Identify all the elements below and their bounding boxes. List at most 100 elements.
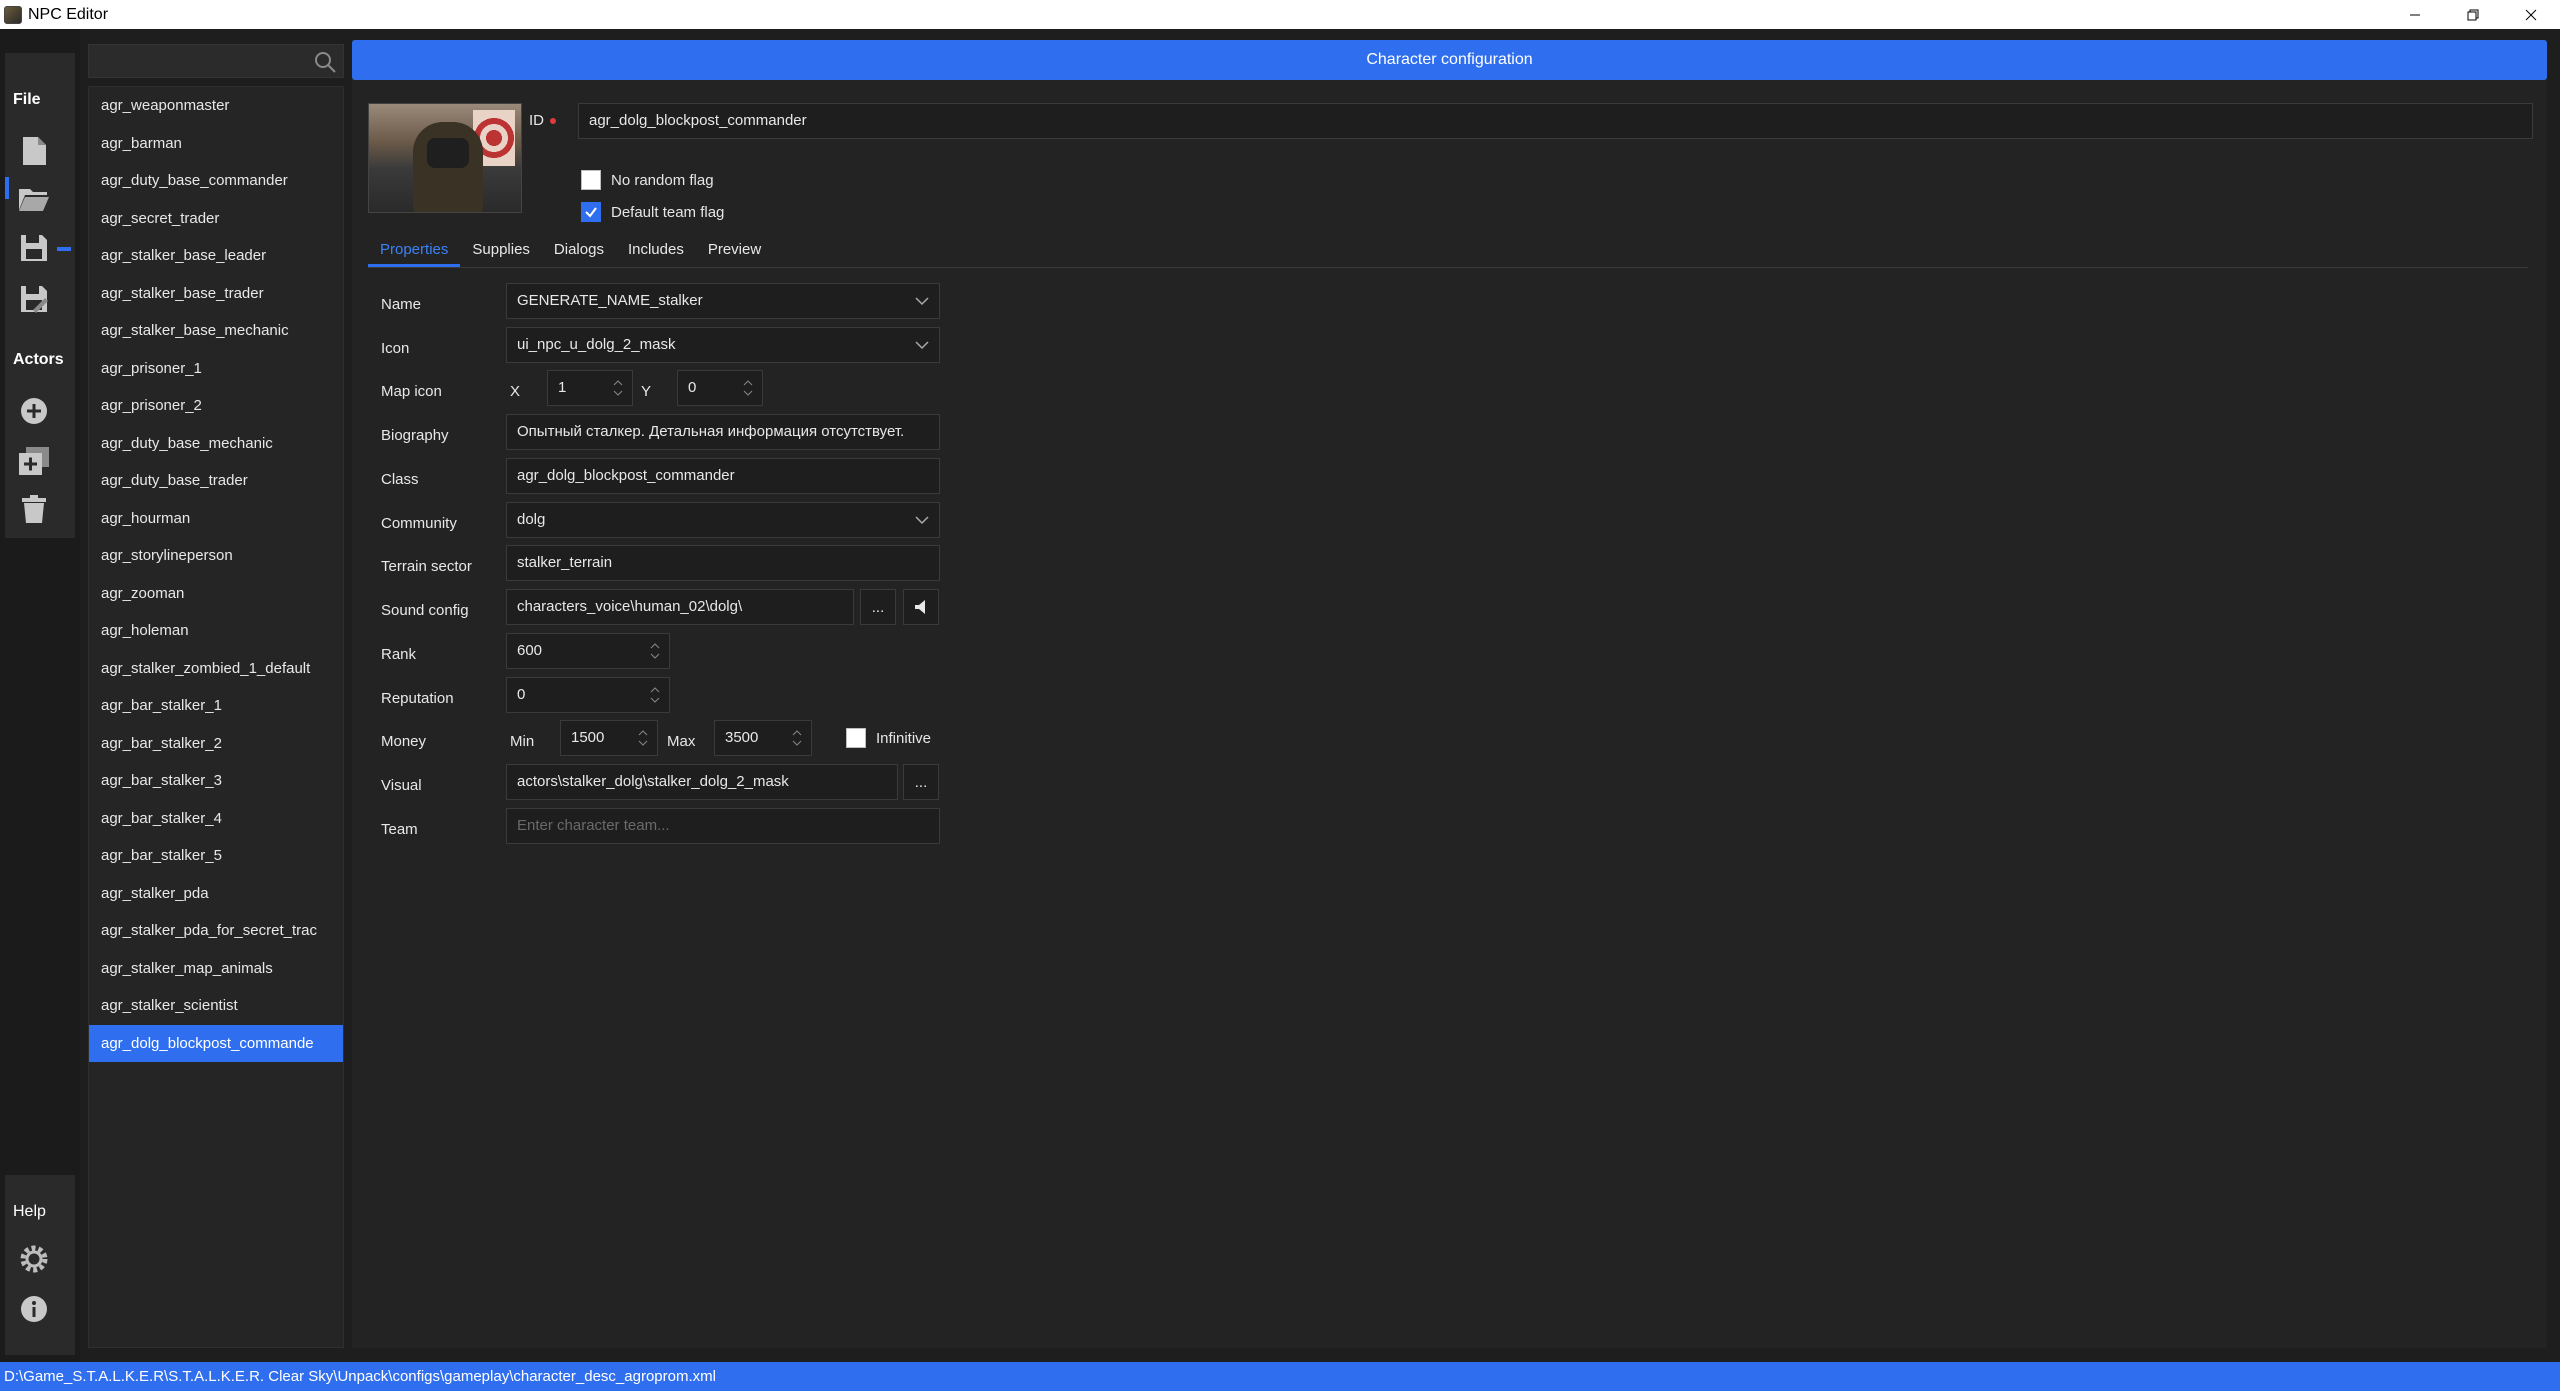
delete-actor-icon[interactable] xyxy=(16,491,52,527)
actor-list-item[interactable]: agr_stalker_zombied_1_default xyxy=(89,650,343,688)
status-bar-path: D:\Game_S.T.A.L.K.E.R\S.T.A.L.K.E.R. Cle… xyxy=(0,1362,2560,1391)
icon-dropdown[interactable]: ui_npc_u_dolg_2_mask xyxy=(506,327,940,363)
tab-supplies[interactable]: Supplies xyxy=(460,236,542,267)
visual-label: Visual xyxy=(381,777,422,794)
save-as-icon[interactable] xyxy=(16,281,52,317)
actor-list-item[interactable]: agr_barman xyxy=(89,125,343,163)
default-team-flag-row[interactable]: Default team flag xyxy=(581,202,724,222)
default-team-flag-checkbox[interactable] xyxy=(581,202,601,222)
tab-properties[interactable]: Properties xyxy=(368,236,461,267)
money-min-label: Min xyxy=(510,733,535,750)
actor-list-item[interactable]: agr_bar_stalker_5 xyxy=(89,837,343,875)
map-x-spinbox[interactable]: 1 xyxy=(547,370,633,406)
map-icon-label: Map icon xyxy=(381,383,442,400)
class-label: Class xyxy=(381,471,419,488)
tab-preview[interactable]: Preview xyxy=(696,236,773,267)
visual-input[interactable]: actors\stalker_dolg\stalker_dolg_2_mask xyxy=(506,764,898,800)
name-label: Name xyxy=(381,296,422,313)
actor-list-item[interactable]: agr_bar_stalker_1 xyxy=(89,687,343,725)
money-max-spinbox[interactable]: 3500 xyxy=(714,720,812,756)
actor-list: agr_weaponmaster agr_barman agr_duty_base_… xyxy=(88,86,344,1348)
actor-list-item[interactable]: agr_stalker_map_animals xyxy=(89,950,343,988)
icon-label: Icon xyxy=(381,340,410,357)
chevron-down-icon xyxy=(915,516,929,525)
infinitive-label: Infinitive xyxy=(876,729,932,747)
default-team-flag-label: Default team flag xyxy=(611,203,725,221)
actor-list-item[interactable]: agr_bar_stalker_2 xyxy=(89,725,343,763)
actor-list-item[interactable]: agr_stalker_pda_for_secret_trac xyxy=(89,912,343,950)
actor-list-item[interactable]: agr_zooman xyxy=(89,575,343,613)
actor-list-item[interactable]: agr_holeman xyxy=(89,612,343,650)
title-bar: NPC Editor xyxy=(0,0,2560,29)
actor-list-item[interactable]: agr_duty_base_mechanic xyxy=(89,425,343,463)
save-icon[interactable] xyxy=(16,230,52,266)
spinner-arrows-icon xyxy=(650,643,660,659)
biography-input[interactable]: Опытный сталкер. Детальная информация от… xyxy=(506,414,940,450)
actor-list-item[interactable]: agr_stalker_base_leader xyxy=(89,237,343,275)
actor-list-item[interactable]: agr_prisoner_1 xyxy=(89,350,343,388)
actor-list-item[interactable]: agr_bar_stalker_4 xyxy=(89,800,343,838)
community-label: Community xyxy=(381,515,457,532)
rank-label: Rank xyxy=(381,646,417,663)
actor-list-item[interactable]: agr_duty_base_trader xyxy=(89,462,343,500)
actor-search-input[interactable] xyxy=(88,44,344,78)
reputation-spinbox[interactable]: 0 xyxy=(506,677,670,713)
name-dropdown[interactable]: GENERATE_NAME_stalker xyxy=(506,283,940,319)
info-icon[interactable] xyxy=(16,1291,52,1327)
close-button[interactable] xyxy=(2502,0,2560,29)
no-random-flag-checkbox[interactable] xyxy=(581,170,601,190)
new-file-icon[interactable] xyxy=(16,133,52,169)
team-input[interactable]: Enter character team... xyxy=(506,808,940,844)
actor-list-item[interactable]: agr_weaponmaster xyxy=(89,87,343,125)
id-input[interactable]: agr_dolg_blockpost_commander xyxy=(578,103,2533,139)
unsaved-indicator xyxy=(57,247,71,251)
main-panel: Character configuration ID agr_dolg_bloc… xyxy=(352,40,2547,1348)
biography-label: Biography xyxy=(381,427,449,444)
name-value: GENERATE_NAME_stalker xyxy=(517,292,703,309)
sound-config-input[interactable]: characters_voice\human_02\dolg\ xyxy=(506,589,854,625)
infinitive-row[interactable]: Infinitive xyxy=(846,728,931,748)
id-label-text: ID xyxy=(529,112,544,129)
no-random-flag-row[interactable]: No random flag xyxy=(581,170,714,190)
actor-list-item[interactable]: agr_hourman xyxy=(89,500,343,538)
actor-list-item[interactable]: agr_prisoner_2 xyxy=(89,387,343,425)
minimize-button[interactable] xyxy=(2386,0,2444,29)
actor-list-item[interactable]: agr_secret_trader xyxy=(89,200,343,238)
actor-list-item[interactable]: agr_storylineperson xyxy=(89,537,343,575)
active-marker xyxy=(5,177,9,199)
settings-icon[interactable] xyxy=(16,1241,52,1277)
terrain-sector-input[interactable]: stalker_terrain xyxy=(506,545,940,581)
tab-bar: Properties Supplies Dialogs Includes Pre… xyxy=(368,236,2528,268)
rail-bottom-group: Help xyxy=(5,1175,75,1355)
class-input[interactable]: agr_dolg_blockpost_commander xyxy=(506,458,940,494)
money-max-label: Max xyxy=(667,733,696,750)
open-folder-icon[interactable] xyxy=(16,181,52,217)
add-actor-icon[interactable] xyxy=(16,393,52,429)
actor-list-item[interactable]: agr_bar_stalker_3 xyxy=(89,762,343,800)
tab-dialogs[interactable]: Dialogs xyxy=(542,236,616,267)
community-dropdown[interactable]: dolg xyxy=(506,502,940,538)
actor-list-item[interactable]: agr_stalker_pda xyxy=(89,875,343,913)
spinner-arrows-icon xyxy=(613,380,623,396)
visual-browse-button[interactable]: ... xyxy=(903,764,939,800)
rank-spinbox[interactable]: 600 xyxy=(506,633,670,669)
close-icon xyxy=(2525,9,2537,20)
actor-list-item[interactable]: agr_stalker_scientist xyxy=(89,987,343,1025)
chevron-down-icon xyxy=(915,297,929,306)
restore-button[interactable] xyxy=(2444,0,2502,29)
infinitive-checkbox[interactable] xyxy=(846,728,866,748)
actor-list-item[interactable]: agr_stalker_base_trader xyxy=(89,275,343,313)
sound-browse-button[interactable]: ... xyxy=(860,589,896,625)
tab-includes[interactable]: Includes xyxy=(616,236,696,267)
sound-play-button[interactable] xyxy=(903,589,939,625)
duplicate-actor-icon[interactable] xyxy=(16,443,52,479)
actor-list-item[interactable]: agr_duty_base_commander xyxy=(89,162,343,200)
nav-rail: File Actors Help xyxy=(0,29,80,1362)
money-min-spinbox[interactable]: 1500 xyxy=(560,720,658,756)
map-x-label: X xyxy=(510,383,521,400)
actor-list-item[interactable]: agr_stalker_base_mechanic xyxy=(89,312,343,350)
map-y-label: Y xyxy=(641,383,652,400)
map-y-spinbox[interactable]: 0 xyxy=(677,370,763,406)
character-portrait[interactable] xyxy=(368,103,522,213)
actor-list-item[interactable]: agr_dolg_blockpost_commande xyxy=(89,1024,343,1062)
